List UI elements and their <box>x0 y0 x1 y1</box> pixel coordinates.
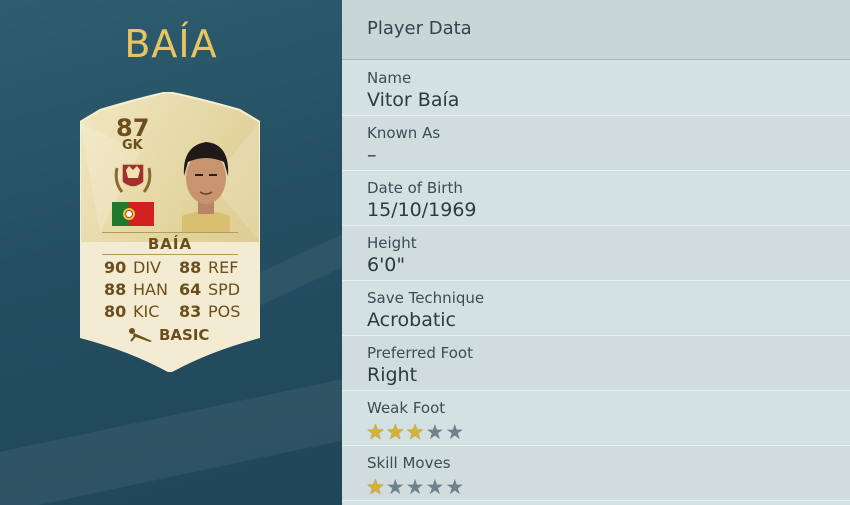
card-position: GK <box>122 138 143 153</box>
field-preferred-foot: Preferred Foot Right <box>342 336 850 391</box>
star-icon: ★ <box>385 420 405 444</box>
stat: 83 POS <box>179 302 241 321</box>
stat-row: 80 KIC 83 POS <box>104 302 254 324</box>
field-name: Name Vitor Baía <box>342 61 850 116</box>
player-data-panel: Player Data Name Vitor Baía Known As – D… <box>342 0 850 505</box>
field-value: 6'0" <box>367 254 406 276</box>
field-label: Name <box>367 69 412 87</box>
field-known-as: Known As – <box>342 116 850 171</box>
star-icon: ★ <box>445 475 465 499</box>
stat: 88 HAN <box>104 280 168 299</box>
card-stats: 90 DIV 88 REF 88 HAN 64 SPD 80 KIC 83 POS <box>104 258 254 324</box>
panel-header: Player Data <box>342 0 850 60</box>
stat: 88 REF <box>179 258 239 277</box>
star-icon: ★ <box>366 420 385 444</box>
goalkeeper-diving-icon <box>129 328 152 342</box>
field-label: Weak Foot <box>367 399 446 417</box>
skill-moves-rating: ★ ★ ★ ★ ★ <box>366 476 464 498</box>
stat-row: 90 DIV 88 REF <box>104 258 254 280</box>
field-label: Skill Moves <box>367 454 451 472</box>
star-icon: ★ <box>366 475 385 499</box>
stat: 80 KIC <box>104 302 160 321</box>
field-label: Preferred Foot <box>367 344 473 362</box>
star-icon: ★ <box>385 475 405 499</box>
star-icon: ★ <box>425 475 445 499</box>
player-card[interactable]: 87 GK BAÍA 90 DIV 88 REF 88 HAN 64 SPD 8… <box>80 92 260 372</box>
card-type: BASIC <box>128 326 209 344</box>
background-streak <box>0 356 342 505</box>
field-value: Vitor Baía <box>367 89 460 111</box>
field-label: Height <box>367 234 417 252</box>
field-weak-foot: Weak Foot ★ ★ ★ ★ ★ <box>342 391 850 446</box>
player-title: BAÍA <box>124 22 218 66</box>
panel-title: Player Data <box>367 18 472 39</box>
field-height: Height 6'0" <box>342 226 850 281</box>
card-type-label: BASIC <box>159 326 210 344</box>
star-icon: ★ <box>405 475 425 499</box>
weak-foot-rating: ★ ★ ★ ★ ★ <box>366 421 464 443</box>
star-icon: ★ <box>425 420 445 444</box>
field-label: Save Technique <box>367 289 485 307</box>
field-value: – <box>367 144 377 166</box>
field-date-of-birth: Date of Birth 15/10/1969 <box>342 171 850 226</box>
card-divider <box>102 254 238 255</box>
stat: 64 SPD <box>179 280 241 299</box>
club-badge-icon <box>114 163 152 193</box>
stat: 90 DIV <box>104 258 161 277</box>
field-value: Right <box>367 364 418 386</box>
stat-row: 88 HAN 64 SPD <box>104 280 254 302</box>
field-value: Acrobatic <box>367 309 457 331</box>
player-portrait <box>182 142 230 232</box>
portugal-flag-icon <box>112 202 154 226</box>
field-skill-moves: Skill Moves ★ ★ ★ ★ ★ <box>342 446 850 501</box>
left-panel: BAÍA 87 GK BAÍA 90 DIV 88 REF 88 HAN 64 … <box>0 0 342 505</box>
field-label: Known As <box>367 124 441 142</box>
field-value: 15/10/1969 <box>367 199 477 221</box>
card-player-name: BAÍA <box>147 235 193 253</box>
field-save-technique: Save Technique Acrobatic <box>342 281 850 336</box>
star-icon: ★ <box>445 420 465 444</box>
card-divider <box>102 232 238 233</box>
field-label: Date of Birth <box>367 179 463 197</box>
star-icon: ★ <box>405 420 425 444</box>
